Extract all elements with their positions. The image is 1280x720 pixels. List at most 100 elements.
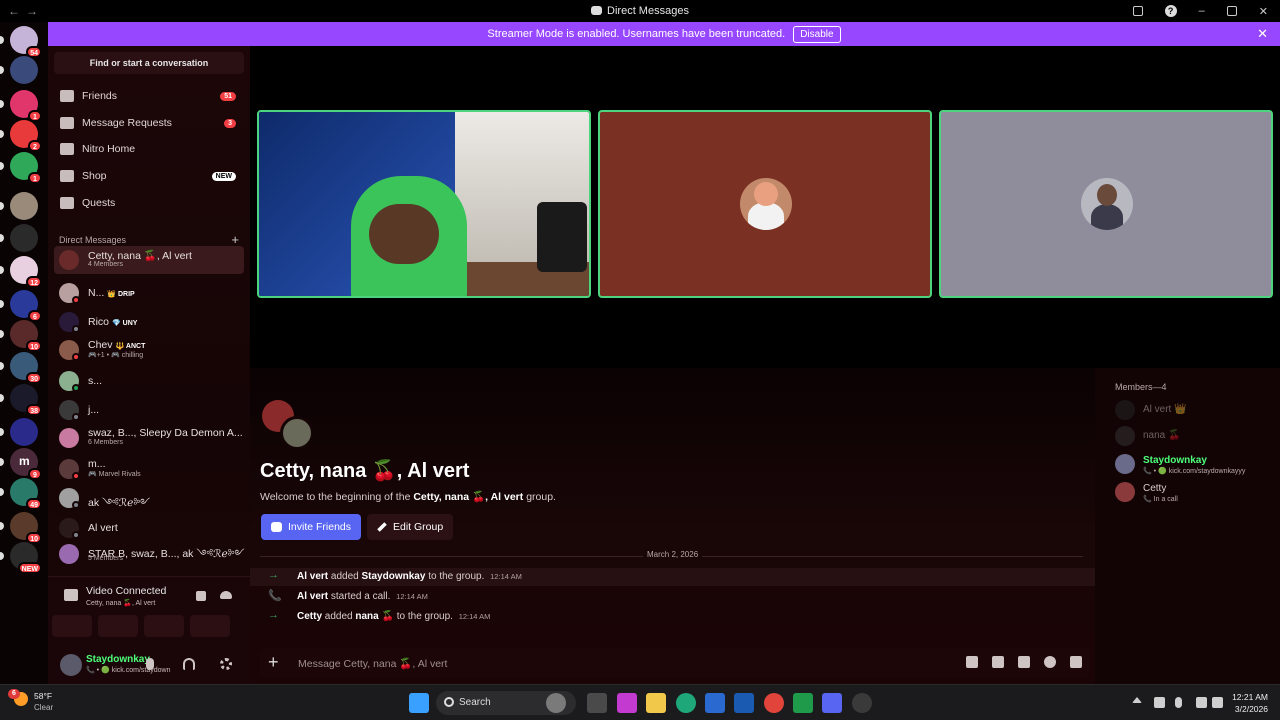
video-tile[interactable] [257,110,591,298]
sticker-icon[interactable] [1018,656,1030,668]
widget-icon[interactable] [546,693,566,713]
dm-item[interactable]: swaz, B..., Sleepy Da Demon A... 6 Member… [54,424,244,452]
server-icon[interactable]: 12 [10,256,42,288]
noise-suppression-icon[interactable] [196,591,206,601]
nav-nitro-home[interactable]: Nitro Home [54,137,244,161]
call-tile-avatar[interactable] [598,110,932,298]
microphone-icon[interactable] [146,658,154,670]
camera-off-button[interactable] [52,615,92,637]
message-target[interactable]: nana 🍒 [355,611,394,622]
member-item[interactable]: Al vert 👑 [1115,398,1275,422]
dm-item[interactable]: Chev 🔱 ANCT 🎮+1 • 🎮 chilling [54,336,244,364]
server-icon[interactable]: 30 [10,352,42,384]
nav-quests[interactable]: Quests [54,191,244,215]
app-icon[interactable] [617,693,637,713]
server-icon[interactable]: 49 [10,478,42,510]
nav-shop[interactable]: Shop NEW [54,164,244,188]
member-item[interactable]: Staydownkay 📞 • 🟢 kick.com/staydownkayyy [1115,452,1275,476]
store-icon[interactable] [705,693,725,713]
disable-button[interactable]: Disable [793,25,841,43]
message-composer[interactable]: + Message Cetty, nana 🍒, Al vert [260,648,1090,678]
disconnect-icon[interactable] [220,591,232,599]
server-icon[interactable] [10,418,38,446]
close-icon[interactable]: ✕ [1257,26,1268,42]
server-icon[interactable]: NEW [10,542,42,574]
server-icon[interactable]: 2 [10,120,42,152]
volume-icon[interactable] [1212,697,1223,708]
message-actor[interactable]: Al vert [297,591,328,602]
dm-item[interactable]: Cetty, nana 🍒, Al vert 4 Members [54,246,244,274]
edge-icon[interactable] [676,693,696,713]
server-icon[interactable]: 10 [10,512,42,544]
close-button[interactable]: ✕ [1259,5,1268,18]
search-input[interactable]: Find or start a conversation [54,52,244,74]
server-icon[interactable]: m9 [10,448,42,480]
screen-share-button[interactable] [98,615,138,637]
dm-item[interactable]: ak ༺ℛℯ༻ [54,484,244,512]
weather-widget[interactable]: 6 58°F Clear [8,689,68,717]
app-icon[interactable] [852,693,872,713]
activities-button[interactable] [144,615,184,637]
mail-icon[interactable] [734,693,754,713]
task-view-icon[interactable] [587,693,607,713]
help-icon[interactable]: ? [1164,5,1177,17]
file-explorer-icon[interactable] [646,693,666,713]
server-icon[interactable]: 54 [10,26,42,58]
edit-group-button[interactable]: Edit Group [367,514,454,540]
dm-name: Chev 🔱 ANCT [88,339,146,351]
avatar [1115,482,1135,502]
unread-pill [0,488,4,496]
app-icon[interactable] [793,693,813,713]
message-actor[interactable]: Cetty [297,611,322,622]
add-dm-icon[interactable]: + [231,232,239,247]
chrome-icon[interactable] [764,693,784,713]
message-actor[interactable]: Al vert [297,571,328,582]
inbox-icon[interactable] [1132,6,1143,16]
server-icon[interactable]: 10 [10,320,42,352]
dm-item[interactable]: j... [54,396,244,424]
voice-channel[interactable]: Cetty, nana 🍒, Al vert [86,599,155,607]
server-icon[interactable]: 1 [10,152,42,184]
start-icon[interactable] [409,693,429,713]
server-icon[interactable]: 38 [10,384,42,416]
gif-icon[interactable] [992,656,1004,668]
headphones-icon[interactable] [183,658,195,670]
server-icon[interactable] [10,224,38,252]
username[interactable]: Staydownkay [86,654,150,665]
gift-icon[interactable] [966,656,978,668]
emoji-icon[interactable] [1044,656,1056,668]
minimize-button[interactable]: – [1199,5,1205,17]
clock[interactable]: 12:21 AM 3/2/2026 [1232,691,1268,715]
maximize-button[interactable] [1226,6,1237,16]
discord-icon[interactable] [822,693,842,713]
server-icon[interactable]: 1 [10,90,42,122]
message-target[interactable]: Staydownkay [362,571,426,582]
dm-item[interactable]: m... 🎮 Marvel Rivals [54,455,244,483]
invite-friends-button[interactable]: Invite Friends [261,514,362,540]
signal-icon[interactable] [64,589,78,601]
avatar[interactable] [60,654,82,676]
server-icon[interactable] [10,56,38,84]
dm-item[interactable]: Rico 💎 UNY [54,308,244,336]
dm-item[interactable]: N... 👑 DRIP [54,279,244,307]
member-item[interactable]: nana 🍒 [1115,424,1275,448]
chevron-up-icon[interactable] [1132,697,1142,703]
server-icon[interactable] [10,192,38,220]
member-item[interactable]: Cetty 📞 In a call [1115,480,1275,504]
dm-item[interactable]: Al vert [54,514,244,542]
wifi-icon[interactable] [1196,697,1207,708]
message-action: added [324,611,353,622]
tray-icon[interactable] [1154,697,1165,708]
nav-friends[interactable]: Friends 51 [54,84,244,108]
call-tile-avatar[interactable] [939,110,1273,298]
apps-icon[interactable] [1070,656,1082,668]
microphone-icon[interactable] [1175,697,1182,708]
soundboard-button[interactable] [190,615,230,637]
dm-item[interactable]: s... [54,367,244,395]
add-attachment-icon[interactable]: + [268,652,279,673]
dm-item[interactable]: STAR B, swaz, B..., ak ༺ℛℯ༻ 5 Members [54,540,245,568]
gear-icon[interactable] [220,658,232,670]
unread-pill [0,330,4,338]
server-icon[interactable]: 6 [10,290,42,322]
nav-message-requests[interactable]: Message Requests 3 [54,111,244,135]
